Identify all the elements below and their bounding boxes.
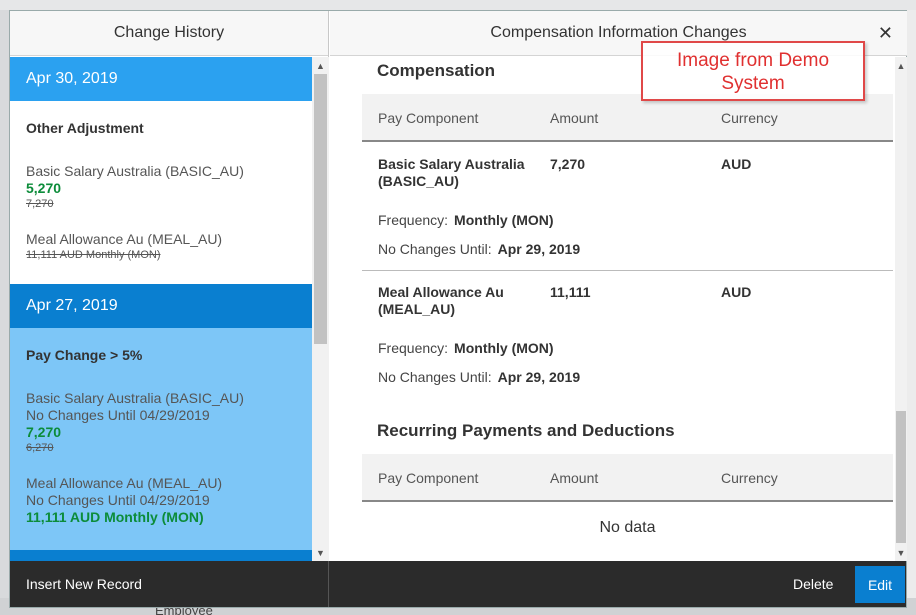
history-entry[interactable]: Other Adjustment Basic Salary Australia … <box>10 101 312 284</box>
background-nav <box>0 0 916 10</box>
frequency-label: Frequency: <box>378 340 449 356</box>
pay-component-cell: Meal Allowance Au (MEAL_AU) <box>378 284 504 318</box>
column-header: Pay Component <box>378 470 479 486</box>
until-label: No Changes Until: <box>378 369 492 385</box>
history-item: Basic Salary Australia (BASIC_AU) No Cha… <box>26 390 296 455</box>
history-item: Meal Allowance Au (MEAL_AU) No Changes U… <box>26 475 296 526</box>
history-date-header-partial[interactable] <box>10 550 312 561</box>
pay-component-name: Basic Salary Australia <box>378 156 525 172</box>
chevron-down-icon[interactable]: ▼ <box>895 544 907 561</box>
frequency-label: Frequency: <box>378 212 449 228</box>
watermark-line: System <box>721 73 785 94</box>
edit-button[interactable]: Edit <box>855 566 905 603</box>
background-right-strip <box>907 10 916 598</box>
chevron-up-icon[interactable]: ▲ <box>312 57 329 74</box>
compensation-section-title: Compensation <box>377 61 496 80</box>
frequency-line: Frequency: Monthly (MON) <box>378 212 554 228</box>
compensation-table-header: Pay Component Amount Currency <box>362 94 893 142</box>
history-item-name: Basic Salary Australia (BASIC_AU) <box>26 163 244 179</box>
frequency-line: Frequency: Monthly (MON) <box>378 340 554 356</box>
currency-cell: AUD <box>721 284 752 300</box>
demo-watermark: Image from Demo System <box>641 41 865 101</box>
history-item: Meal Allowance Au (MEAL_AU) 11,111 AUD M… <box>26 231 296 262</box>
modal-footer: Insert New Record Delete Edit <box>10 561 906 607</box>
left-scrollbar[interactable]: ▲ ▼ <box>312 57 329 561</box>
amount-cell: 7,270 <box>550 156 586 172</box>
currency-cell: AUD <box>721 156 752 172</box>
change-history-list[interactable]: Apr 30, 2019 Other Adjustment Basic Sala… <box>10 57 329 561</box>
until-line: No Changes Until: Apr 29, 2019 <box>378 241 580 257</box>
compensation-row: Meal Allowance Au (MEAL_AU) 11,111 AUD F… <box>362 272 893 398</box>
frequency-value: Monthly (MON) <box>454 340 554 356</box>
row-divider <box>362 270 893 271</box>
insert-new-record-button[interactable]: Insert New Record <box>26 576 142 592</box>
delete-button[interactable]: Delete <box>793 576 833 592</box>
column-header: Currency <box>721 110 778 126</box>
history-item-old-value: 6,270 <box>26 442 54 454</box>
history-item-new-value: 5,270 <box>26 180 62 196</box>
history-item-note: No Changes Until 04/29/2019 <box>26 492 210 508</box>
watermark-line: Image from Demo <box>676 50 830 71</box>
history-entry-title: Other Adjustment <box>26 120 144 136</box>
close-icon[interactable]: ✕ <box>878 23 893 44</box>
pay-component-code: (MEAL_AU) <box>378 301 455 317</box>
history-item-new-value: 11,111 AUD Monthly (MON) <box>26 509 204 525</box>
right-scrollbar[interactable]: ▲ ▼ <box>895 57 907 561</box>
amount-cell: 11,111 <box>550 284 591 300</box>
until-value: Apr 29, 2019 <box>497 369 581 385</box>
change-history-title: Change History <box>10 11 328 56</box>
pay-component-name: Meal Allowance Au <box>378 284 504 300</box>
chevron-up-icon[interactable]: ▲ <box>895 57 907 74</box>
history-item: Basic Salary Australia (BASIC_AU) 5,270 … <box>26 163 296 211</box>
compensation-details[interactable]: Compensation Pay Component Amount Curren… <box>330 57 907 561</box>
history-item-name: Meal Allowance Au (MEAL_AU) <box>26 231 223 247</box>
column-header: Currency <box>721 470 778 486</box>
column-header: Amount <box>550 110 599 126</box>
history-item-name: Basic Salary Australia (BASIC_AU) <box>26 390 244 406</box>
recurring-table-header: Pay Component Amount Currency <box>362 454 893 502</box>
scrollbar-thumb[interactable] <box>314 74 327 344</box>
history-item-old-value: 11,111 AUD Monthly (MON) <box>26 249 161 261</box>
history-item-name: Meal Allowance Au (MEAL_AU) <box>26 475 223 491</box>
change-history-panel: Change History Apr 30, 2019 Other Adjust… <box>10 11 329 561</box>
no-data-text: No data <box>599 519 656 536</box>
history-item-old-value: 7,270 <box>26 198 54 210</box>
until-label: No Changes Until: <box>378 241 492 257</box>
chevron-down-icon[interactable]: ▼ <box>312 544 329 561</box>
history-date-header[interactable]: Apr 27, 2019 <box>10 284 312 328</box>
history-entry-selected[interactable]: Pay Change > 5% Basic Salary Australia (… <box>10 328 312 550</box>
change-history-modal: Change History Apr 30, 2019 Other Adjust… <box>9 10 907 608</box>
compensation-row: Basic Salary Australia (BASIC_AU) 7,270 … <box>362 144 893 270</box>
pay-component-code: (BASIC_AU) <box>378 173 459 189</box>
history-date-header[interactable]: Apr 30, 2019 <box>10 57 312 101</box>
history-item-note: No Changes Until 04/29/2019 <box>26 407 210 423</box>
recurring-section-title: Recurring Payments and Deductions <box>377 421 675 440</box>
pay-component-cell: Basic Salary Australia (BASIC_AU) <box>378 156 525 190</box>
column-header: Amount <box>550 470 599 486</box>
history-entry-title: Pay Change > 5% <box>26 347 143 363</box>
column-header: Pay Component <box>378 110 479 126</box>
frequency-value: Monthly (MON) <box>454 212 554 228</box>
history-item-new-value: 7,270 <box>26 424 62 440</box>
until-value: Apr 29, 2019 <box>497 241 581 257</box>
until-line: No Changes Until: Apr 29, 2019 <box>378 369 580 385</box>
compensation-changes-title: Compensation Information Changes <box>490 24 747 41</box>
scrollbar-thumb[interactable] <box>896 411 906 543</box>
